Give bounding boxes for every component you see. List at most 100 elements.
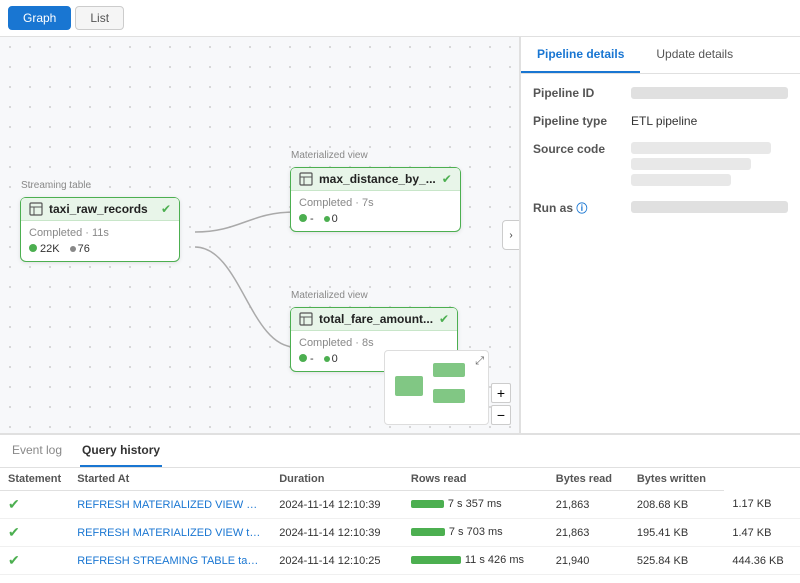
cell-status: ✔	[0, 519, 69, 547]
cell-started-at: 2024-11-14 12:10:39	[271, 519, 403, 547]
mat2-label: Materialized view	[291, 290, 368, 301]
run-as-label: Run as ⓘ	[533, 200, 623, 216]
col-bytes-read: Bytes read	[548, 468, 629, 491]
mat1-check-icon: ✔	[442, 172, 452, 186]
panel-tab-update-details[interactable]: Update details	[640, 37, 749, 73]
mat2-node-header: total_fare_amount... ✔	[291, 308, 457, 331]
table-header-row: Statement Started At Duration Rows read …	[0, 468, 800, 491]
pipeline-type-row: Pipeline type ETL pipeline	[533, 114, 788, 128]
collapse-panel-button[interactable]: ›	[502, 220, 520, 250]
streaming-stats: 22K 76	[29, 243, 171, 255]
cell-statement[interactable]: REFRESH STREAMING TABLE taxi_raw...	[69, 547, 271, 575]
cell-bytes-read: 195.41 KB	[629, 519, 724, 547]
cell-statement[interactable]: REFRESH MATERIALIZED VIEW max_di...	[69, 491, 271, 519]
cell-status: ✔	[0, 547, 69, 575]
cell-rows-read: 21,863	[548, 519, 629, 547]
cell-bytes-written: 1.17 KB	[724, 491, 800, 519]
query-history-tab[interactable]: Query history	[80, 435, 162, 467]
mat-view-1-node[interactable]: Materialized view max_distance_by_... ✔ …	[290, 167, 461, 232]
mat2-node-title: total_fare_amount...	[319, 312, 433, 326]
cell-statement[interactable]: REFRESH MATERIALIZED VIEW total_fa...	[69, 519, 271, 547]
minimap-container: ⤢	[384, 350, 489, 425]
expand-icon[interactable]: ⤢	[475, 355, 484, 368]
cell-bytes-written: 1.47 KB	[724, 519, 800, 547]
table-icon	[29, 202, 43, 216]
source-code-label: Source code	[533, 142, 623, 186]
cell-bytes-read: 525.84 KB	[629, 547, 724, 575]
mat1-table-icon	[299, 172, 313, 186]
pipeline-id-row: Pipeline ID	[533, 86, 788, 100]
source-code-row: Source code	[533, 142, 788, 186]
streaming-node-title: taxi_raw_records	[49, 202, 155, 216]
mat1-stats: - 0	[299, 213, 452, 225]
bottom-panel: Event log Query history Statement Starte…	[0, 433, 800, 583]
mat2-check-icon: ✔	[439, 312, 449, 326]
mat2-status: Completed · 8s	[299, 337, 449, 349]
col-rows-read: Rows read	[403, 468, 548, 491]
streaming-node-body: Completed · 11s 22K 76	[21, 221, 179, 261]
cell-rows-read: 21,940	[548, 547, 629, 575]
pipeline-id-value	[631, 87, 788, 99]
graph-tab[interactable]: Graph	[8, 6, 71, 30]
cell-duration: 7 s 357 ms	[403, 491, 548, 519]
right-panel: Pipeline details Update details Pipeline…	[520, 37, 800, 433]
bottom-tabs: Event log Query history	[0, 435, 800, 468]
col-statement: Statement	[0, 468, 69, 491]
cell-bytes-written: 444.36 KB	[724, 547, 800, 575]
top-tab-bar: Graph List	[0, 0, 800, 37]
mat1-label: Materialized view	[291, 150, 368, 161]
mat1-stat1: -	[310, 213, 314, 225]
pipeline-id-label: Pipeline ID	[533, 86, 623, 100]
query-history-table: Statement Started At Duration Rows read …	[0, 468, 800, 575]
source-code-value	[631, 142, 788, 186]
status-ok-icon: ✔	[8, 524, 20, 540]
list-tab[interactable]: List	[75, 6, 124, 30]
mat1-node-body: Completed · 7s - 0	[291, 191, 460, 231]
mat2-stat2: 0	[332, 353, 338, 365]
cell-rows-read: 21,863	[548, 491, 629, 519]
streaming-status: Completed · 11s	[29, 227, 171, 239]
streaming-stat1: 22K	[40, 243, 60, 255]
panel-tabs: Pipeline details Update details	[521, 37, 800, 74]
mat1-node-header: max_distance_by_... ✔	[291, 168, 460, 191]
streaming-check-icon: ✔	[161, 202, 171, 216]
minimap[interactable]: ⤢	[384, 350, 489, 425]
query-history-table-container[interactable]: Statement Started At Duration Rows read …	[0, 468, 800, 583]
cell-bytes-read: 208.68 KB	[629, 491, 724, 519]
mat2-stat1: -	[310, 353, 314, 365]
zoom-out-button[interactable]: −	[491, 405, 511, 425]
zoom-controls: + −	[491, 383, 511, 425]
cell-started-at: 2024-11-14 12:10:25	[271, 547, 403, 575]
streaming-label: Streaming table	[21, 180, 91, 191]
cell-started-at: 2024-11-14 12:10:39	[271, 491, 403, 519]
zoom-in-button[interactable]: +	[491, 383, 511, 403]
status-ok-icon: ✔	[8, 496, 20, 512]
table-row: ✔ REFRESH MATERIALIZED VIEW total_fa... …	[0, 519, 800, 547]
mat1-stat2: 0	[332, 213, 338, 225]
mat1-node-title: max_distance_by_...	[319, 172, 436, 186]
cell-duration: 11 s 426 ms	[403, 547, 548, 575]
col-started-at: Started At	[69, 468, 271, 491]
table-row: ✔ REFRESH STREAMING TABLE taxi_raw... 20…	[0, 547, 800, 575]
pipeline-type-label: Pipeline type	[533, 114, 623, 128]
mat2-table-icon	[299, 312, 313, 326]
main-layout: Streaming table taxi_raw_records ✔ Compl…	[0, 37, 800, 433]
run-as-row: Run as ⓘ	[533, 200, 788, 216]
panel-tab-pipeline-details[interactable]: Pipeline details	[521, 37, 640, 73]
run-as-info-icon[interactable]: ⓘ	[576, 203, 587, 215]
cell-status: ✔	[0, 491, 69, 519]
col-bytes-written: Bytes written	[629, 468, 724, 491]
cell-duration: 7 s 703 ms	[403, 519, 548, 547]
mat1-status: Completed · 7s	[299, 197, 452, 209]
pipeline-type-value: ETL pipeline	[631, 114, 788, 128]
event-log-tab[interactable]: Event log	[10, 435, 64, 467]
streaming-table-node[interactable]: Streaming table taxi_raw_records ✔ Compl…	[20, 197, 180, 262]
graph-area[interactable]: Streaming table taxi_raw_records ✔ Compl…	[0, 37, 520, 433]
table-row: ✔ REFRESH MATERIALIZED VIEW max_di... 20…	[0, 491, 800, 519]
status-ok-icon: ✔	[8, 552, 20, 568]
run-as-value	[631, 201, 788, 213]
streaming-node-header: taxi_raw_records ✔	[21, 198, 179, 221]
streaming-stat2: 76	[78, 243, 90, 255]
col-duration: Duration	[271, 468, 403, 491]
panel-content: Pipeline ID Pipeline type ETL pipeline S…	[521, 74, 800, 433]
